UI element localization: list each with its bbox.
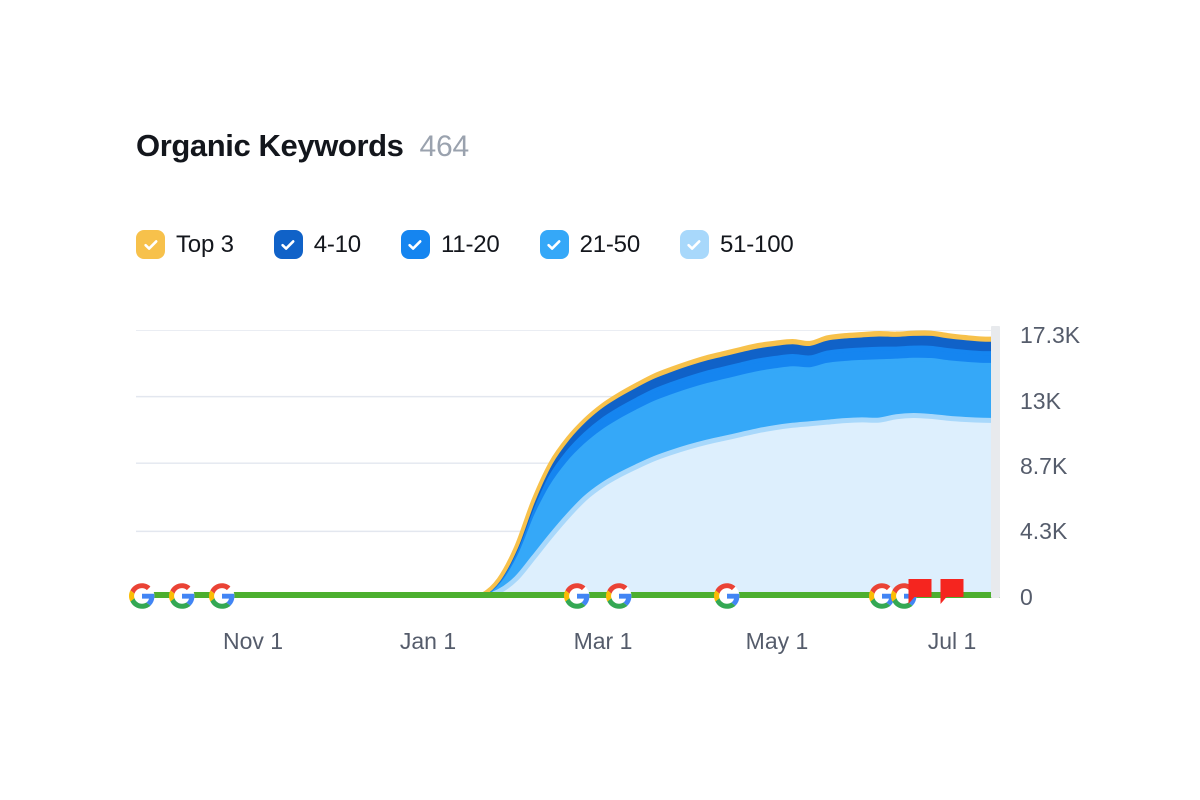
- google-update-icon[interactable]: [209, 583, 235, 609]
- legend-11-20[interactable]: 11-20: [400, 230, 500, 259]
- google-update-icon[interactable]: [714, 583, 740, 609]
- google-update-icon[interactable]: [606, 583, 632, 609]
- chart-legend: Top 3 4-10 11-20 21-50 51-100: [136, 230, 794, 259]
- checkbox-checked-icon[interactable]: [539, 230, 569, 259]
- google-update-icon[interactable]: [129, 583, 155, 609]
- red-flag-marker-icon[interactable]: [908, 579, 933, 605]
- page-title: Organic Keywords: [136, 128, 404, 163]
- legend-4-10[interactable]: 4-10: [273, 230, 361, 259]
- organic-keywords-widget: Organic Keywords 464 Top 3 4-10 11-20 21-50…: [0, 0, 1200, 800]
- x-axis-tick-label: Jul 1: [927, 628, 977, 654]
- x-axis-tick-label: Nov 1: [222, 628, 284, 654]
- y-axis-tick-label: 0: [1020, 584, 1033, 610]
- y-axis-tick-label: 13K: [1020, 388, 1061, 414]
- checkbox-checked-icon[interactable]: [273, 230, 303, 259]
- legend-item-label: 21-50: [579, 230, 641, 258]
- google-update-icon[interactable]: [169, 583, 195, 609]
- checkbox-checked-icon[interactable]: [136, 230, 165, 259]
- chart-plot-area[interactable]: [136, 330, 1000, 598]
- checkbox-checked-icon[interactable]: [679, 230, 709, 259]
- legend-51-100[interactable]: 51-100: [679, 230, 794, 259]
- legend-item-label: Top 3: [176, 230, 234, 258]
- x-axis: Nov 1 Jan 1 Mar 1 May 1 Jul 1: [136, 630, 1000, 664]
- y-axis: 17.3K 13K 8.7K 4.3K 0: [1020, 318, 1140, 610]
- google-update-icon[interactable]: [564, 583, 590, 609]
- x-axis-tick-label: May 1: [745, 628, 809, 654]
- y-axis-tick-label: 8.7K: [1020, 453, 1068, 479]
- legend-21-50[interactable]: 21-50: [539, 230, 641, 259]
- x-axis-tick-label: Mar 1: [573, 628, 633, 654]
- legend-item-label: 4-10: [313, 230, 361, 258]
- widget-header: Organic Keywords 464: [136, 130, 469, 162]
- timeline-markers: [129, 578, 1010, 614]
- red-flag-marker-icon[interactable]: [940, 579, 965, 605]
- checkbox-checked-icon[interactable]: [400, 230, 430, 259]
- x-axis-tick-label: Jan 1: [399, 628, 457, 654]
- y-axis-tick-label: 17.3K: [1020, 322, 1081, 348]
- y-axis-tick-label: 4.3K: [1020, 518, 1068, 544]
- legend-item-label: 51-100: [719, 230, 794, 258]
- stacked-area-chart: [136, 330, 1000, 598]
- chart-right-edge-handle[interactable]: [991, 326, 1000, 598]
- keyword-count: 464: [419, 130, 470, 163]
- legend-top-3[interactable]: Top 3: [136, 230, 234, 259]
- legend-item-label: 11-20: [440, 230, 500, 258]
